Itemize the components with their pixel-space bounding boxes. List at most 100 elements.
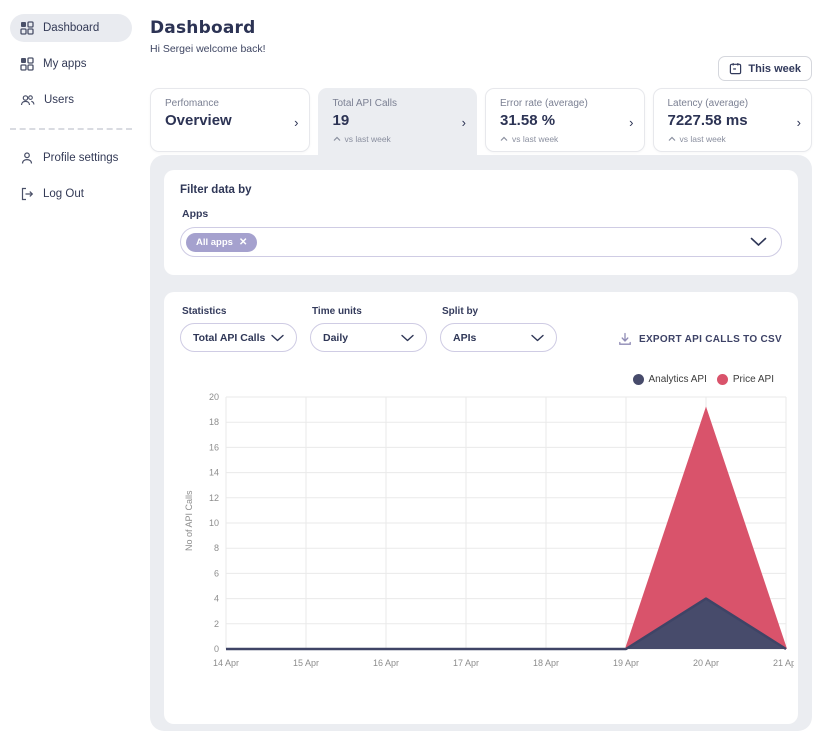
legend-series-name: Price API	[732, 374, 774, 385]
statistics-label: Statistics	[182, 306, 227, 317]
stat-card-trend: vs last week	[333, 134, 451, 144]
time-units-select[interactable]: Daily	[310, 323, 427, 352]
page-title: Dashboard	[150, 18, 256, 38]
svg-text:18: 18	[209, 417, 219, 427]
chevron-down-icon	[750, 237, 767, 246]
stat-card-value: 31.58 %	[500, 112, 556, 129]
dashboard-panel: Filter data by Apps All apps ✕ Statistic…	[150, 155, 812, 731]
sidebar-item-dashboard[interactable]: Dashboard	[10, 14, 132, 42]
tab-latency[interactable]: Latency (average) 7227.58 ms vs last wee…	[652, 88, 812, 152]
export-csv-label: EXPORT API CALLS TO CSV	[638, 333, 782, 345]
svg-text:18 Apr: 18 Apr	[533, 658, 559, 668]
chevron-right-icon: ›	[294, 115, 299, 130]
chart-controls: Statistics Total API Calls Time units Da…	[180, 306, 782, 352]
svg-text:19 Apr: 19 Apr	[613, 658, 639, 668]
legend-item: Price API	[716, 374, 774, 385]
sidebar-divider	[10, 128, 132, 130]
person-icon	[21, 152, 33, 164]
period-selector-button[interactable]: This week	[718, 56, 812, 81]
filter-title: Filter data by	[180, 184, 252, 196]
stat-card-value: Overview	[165, 112, 232, 129]
sidebar-item-label: Profile settings	[43, 152, 119, 164]
svg-text:16: 16	[209, 442, 219, 452]
stat-card-label: Latency (average)	[667, 98, 749, 109]
stat-card-label: Error rate (average)	[500, 98, 588, 109]
svg-text:6: 6	[214, 568, 219, 578]
svg-text:8: 8	[214, 543, 219, 553]
selected-app-chip-label: All apps	[196, 236, 233, 248]
svg-text:4: 4	[214, 594, 219, 604]
svg-text:17 Apr: 17 Apr	[453, 658, 479, 668]
svg-text:No of API Calls: No of API Calls	[184, 490, 194, 551]
grid-icon	[20, 57, 34, 71]
stat-card-label: Perfomance	[165, 98, 219, 109]
chart-legend: Analytics API Price API	[180, 374, 774, 385]
tab-error-rate[interactable]: Error rate (average) 31.58 % vs last wee…	[485, 88, 645, 152]
svg-text:2: 2	[214, 619, 219, 629]
selected-app-chip[interactable]: All apps ✕	[186, 232, 258, 252]
sidebar-item-label: Dashboard	[43, 22, 100, 34]
stat-card-trend: vs last week	[500, 134, 618, 144]
stat-card-trend: vs last week	[668, 134, 786, 144]
svg-text:16 Apr: 16 Apr	[373, 658, 399, 668]
sidebar-item-profile-settings[interactable]: Profile settings	[10, 144, 132, 172]
chevron-down-icon	[271, 334, 284, 341]
sidebar-item-label: Log Out	[43, 188, 84, 200]
legend-dot-icon	[632, 374, 644, 385]
chevron-up-icon	[668, 136, 675, 141]
api-calls-chart: 0 2 4 6 8 10 12 14 16 18 20 14 Apr 15 Apr 16 Apr 17 Ap…	[180, 387, 799, 684]
calendar-icon	[730, 63, 742, 75]
svg-text:0: 0	[214, 644, 219, 654]
split-by-label: Split by	[442, 306, 479, 317]
chevron-right-icon: ›	[629, 115, 634, 130]
legend-item: Analytics API	[632, 374, 707, 385]
stat-card-value: 7227.58 ms	[667, 112, 748, 129]
tab-performance-overview[interactable]: Perfomance Overview ›	[150, 88, 310, 152]
users-icon	[20, 95, 35, 106]
chevron-up-icon	[500, 136, 508, 141]
statistics-select-value: Total API Calls	[193, 331, 266, 344]
time-units-label: Time units	[312, 306, 362, 317]
svg-text:15 Apr: 15 Apr	[293, 658, 319, 668]
tab-total-api-calls[interactable]: Total API Calls 19 vs last week ›	[317, 88, 477, 166]
sidebar-item-label: My apps	[43, 58, 87, 70]
grid-icon	[20, 21, 34, 35]
svg-text:12: 12	[209, 493, 219, 503]
download-icon	[619, 332, 631, 345]
area-chart-svg: 0 2 4 6 8 10 12 14 16 18 20 14 Apr 15 Apr 16 Apr 17 Ap…	[184, 392, 799, 668]
chevron-down-icon	[401, 334, 414, 341]
chevron-up-icon	[333, 136, 340, 141]
sidebar-item-log-out[interactable]: Log Out	[10, 180, 132, 208]
svg-text:21 Apr: 21 Apr	[773, 658, 794, 668]
legend-dot-icon	[716, 374, 728, 385]
apps-multiselect[interactable]: All apps ✕	[180, 227, 782, 257]
logout-icon	[21, 187, 34, 201]
split-by-select-value: APIs	[453, 331, 477, 344]
stat-card-value: 19	[332, 112, 350, 129]
filter-card: Filter data by Apps All apps ✕	[164, 170, 798, 275]
svg-text:14 Apr: 14 Apr	[213, 658, 239, 668]
svg-text:20 Apr: 20 Apr	[693, 658, 719, 668]
statistics-select[interactable]: Total API Calls	[180, 323, 297, 352]
filter-apps-label: Apps	[182, 208, 209, 220]
time-units-select-value: Daily	[323, 331, 349, 344]
sidebar-item-users[interactable]: Users	[10, 86, 132, 114]
svg-text:10: 10	[209, 518, 219, 528]
sidebar-item-label: Users	[44, 94, 75, 106]
page-subtitle: Hi Sergei welcome back!	[150, 43, 266, 55]
export-csv-button[interactable]: EXPORT API CALLS TO CSV	[618, 332, 782, 346]
chevron-right-icon: ›	[796, 115, 801, 130]
svg-text:14: 14	[209, 468, 219, 478]
close-icon[interactable]: ✕	[239, 237, 247, 248]
statistics-card: Statistics Total API Calls Time units Da…	[164, 292, 799, 724]
main-content: Dashboard Hi Sergei welcome back! This w…	[150, 0, 812, 746]
sidebar-item-my-apps[interactable]: My apps	[10, 50, 132, 78]
legend-series-name: Analytics API	[648, 374, 707, 385]
period-selector-label: This week	[748, 62, 801, 75]
chevron-right-icon: ›	[461, 115, 466, 130]
split-by-select[interactable]: APIs	[440, 323, 557, 352]
stat-card-label: Total API Calls	[332, 98, 397, 109]
svg-text:20: 20	[209, 392, 219, 402]
chevron-down-icon	[531, 334, 544, 341]
sidebar: Dashboard My apps Users Profile settings…	[0, 0, 142, 746]
